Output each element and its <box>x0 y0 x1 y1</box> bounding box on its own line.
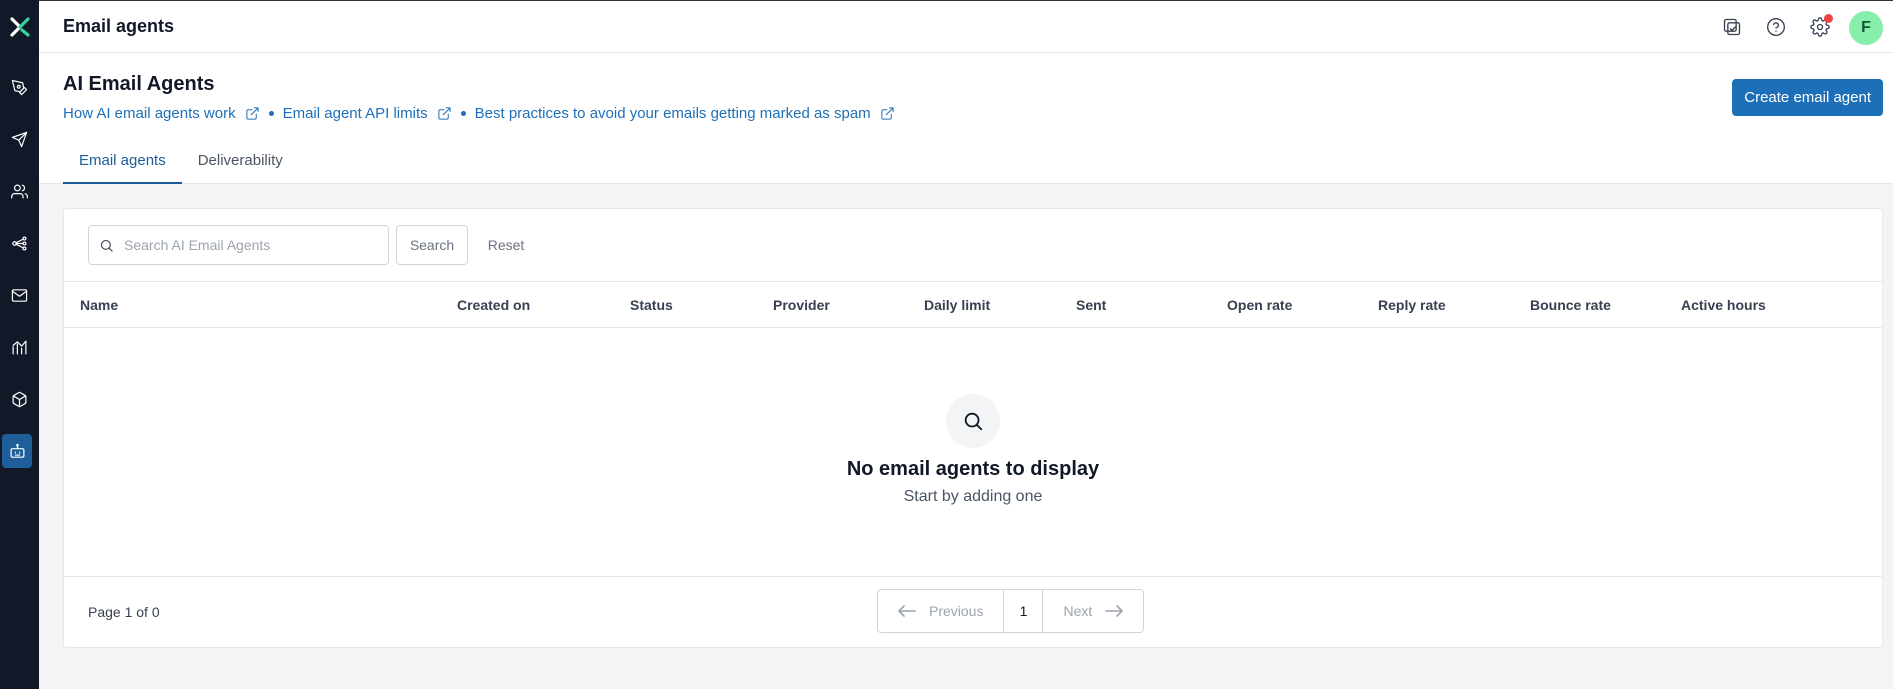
pen-nib-icon <box>11 79 28 95</box>
link-how-agents-work[interactable]: How AI email agents work <box>63 105 260 122</box>
column-header-reply-rate[interactable]: Reply rate <box>1378 282 1446 328</box>
previous-label: Previous <box>929 603 984 619</box>
app-logo[interactable] <box>0 12 39 42</box>
package-icon <box>12 391 27 407</box>
column-header-sent[interactable]: Sent <box>1076 282 1106 328</box>
column-header-active-hours[interactable]: Active hours <box>1681 282 1766 328</box>
help-links: How AI email agents work Email agent API… <box>63 105 895 122</box>
link-best-practices-spam[interactable]: Best practices to avoid your emails gett… <box>475 105 895 122</box>
sidebar-item-campaigns[interactable] <box>0 121 39 157</box>
tasks-button[interactable] <box>1721 16 1743 38</box>
users-icon <box>11 184 28 198</box>
sidebar-nav <box>0 0 39 689</box>
pagination: Previous 1 Next <box>877 589 1145 633</box>
separator-dot <box>268 111 274 116</box>
page-number-current[interactable]: 1 <box>1003 590 1044 632</box>
external-link-icon <box>881 107 894 120</box>
table-footer: Page 1 of 0 Previous 1 Next <box>64 576 1882 647</box>
empty-state-subtitle: Start by adding one <box>903 488 1043 505</box>
external-link-icon <box>438 107 451 120</box>
sidebar-item-email-agents[interactable] <box>2 434 32 468</box>
search-toolbar: Search Reset <box>64 209 1882 282</box>
reset-button[interactable]: Reset <box>475 225 537 265</box>
column-header-created-on[interactable]: Created on <box>457 282 530 328</box>
column-header-daily-limit[interactable]: Daily limit <box>924 282 990 328</box>
agents-table-card: Search Reset Name Created on Status Prov… <box>63 208 1883 648</box>
sidebar-item-integrations[interactable] <box>0 381 39 417</box>
help-button[interactable] <box>1765 16 1787 38</box>
top-bar: Email agents F <box>39 0 1893 53</box>
arrow-left-icon <box>898 605 916 617</box>
column-header-open-rate[interactable]: Open rate <box>1227 282 1292 328</box>
empty-state-title: No email agents to display <box>846 458 1100 480</box>
empty-state: No email agents to display Start by addi… <box>64 394 1882 506</box>
create-email-agent-button[interactable]: Create email agent <box>1732 79 1883 116</box>
search-field[interactable] <box>88 225 389 265</box>
next-label: Next <box>1063 603 1093 619</box>
search-icon <box>964 412 983 431</box>
user-avatar[interactable]: F <box>1849 11 1883 45</box>
table-header: Name Created on Status Provider Daily li… <box>64 282 1882 328</box>
settings-button[interactable] <box>1809 14 1833 38</box>
logo-icon <box>9 17 30 37</box>
separator-dot <box>460 111 466 116</box>
column-header-status[interactable]: Status <box>630 282 673 328</box>
search-input[interactable] <box>124 237 374 253</box>
sidebar-item-analytics[interactable] <box>0 329 39 365</box>
sidebar-item-contacts[interactable] <box>0 173 39 209</box>
search-icon <box>100 239 113 252</box>
task-check-icon <box>1723 18 1741 36</box>
page-info: Page 1 of 0 <box>88 604 160 620</box>
arrow-right-icon <box>1105 605 1124 617</box>
app-section-title: Email agents <box>63 16 175 36</box>
help-icon <box>1767 18 1785 36</box>
notification-dot <box>1824 14 1833 23</box>
next-page-button[interactable]: Next <box>1043 590 1143 632</box>
link-label: Email agent API limits <box>282 105 428 122</box>
tab-deliverability[interactable]: Deliverability <box>182 138 299 184</box>
tab-bar: Email agents Deliverability <box>63 138 299 184</box>
external-link-icon <box>245 107 259 120</box>
page-title: AI Email Agents <box>63 73 215 95</box>
sidebar-item-workflows[interactable] <box>0 225 39 261</box>
sidebar-item-compose[interactable] <box>0 69 39 105</box>
link-label: Best practices to avoid your emails gett… <box>474 105 871 122</box>
column-header-provider[interactable]: Provider <box>773 282 830 328</box>
sidebar-item-inbox[interactable] <box>0 277 39 313</box>
tab-email-agents[interactable]: Email agents <box>63 138 182 184</box>
link-label: How AI email agents work <box>63 105 236 122</box>
analytics-icon <box>12 340 27 354</box>
workflow-icon <box>12 236 27 250</box>
bot-icon <box>10 443 24 458</box>
column-header-name[interactable]: Name <box>80 282 118 328</box>
page-header: AI Email Agents How AI email agents work… <box>39 53 1893 184</box>
empty-state-icon-circle <box>946 394 1000 448</box>
send-icon <box>11 131 28 147</box>
mail-icon <box>11 288 28 302</box>
column-header-bounce-rate[interactable]: Bounce rate <box>1530 282 1611 328</box>
search-button[interactable]: Search <box>396 225 468 265</box>
previous-page-button[interactable]: Previous <box>878 590 1003 632</box>
link-api-limits[interactable]: Email agent API limits <box>283 105 452 122</box>
